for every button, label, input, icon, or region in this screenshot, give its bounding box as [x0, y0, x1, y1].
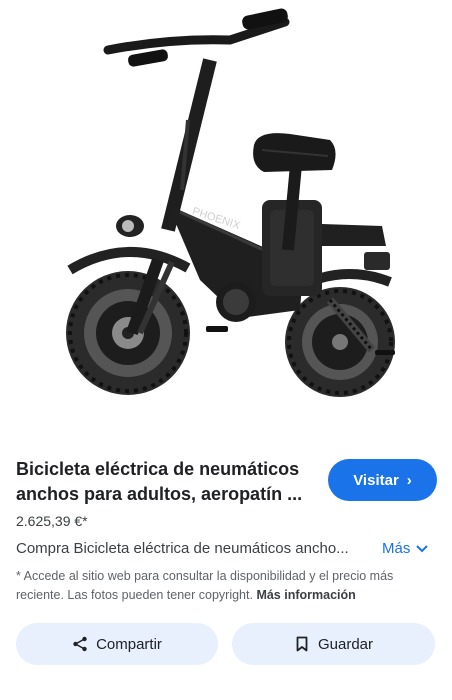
chevron-down-icon	[416, 544, 429, 552]
electric-bike-illustration: PHOENIX	[66, 8, 395, 397]
more-button[interactable]: Más	[382, 540, 429, 557]
chevron-right-icon: ›	[406, 471, 412, 489]
product-image[interactable]: PHOENIX	[0, 0, 452, 440]
description-row: Compra Bicicleta eléctrica de neumáticos…	[16, 540, 436, 562]
save-button[interactable]: Guardar	[232, 623, 435, 665]
share-icon	[73, 636, 87, 652]
product-title[interactable]: Bicicleta eléctrica de neumáticos anchos…	[16, 457, 316, 507]
product-price: 2.625,39 €*	[16, 513, 88, 529]
bookmark-icon	[296, 636, 308, 652]
save-button-label: Guardar	[317, 635, 374, 653]
share-button[interactable]: Compartir	[16, 623, 218, 665]
product-description: Compra Bicicleta eléctrica de neumáticos…	[16, 540, 349, 557]
more-info-link[interactable]: Más información	[256, 588, 355, 602]
share-button-label: Compartir	[96, 635, 162, 653]
visit-button[interactable]: Visitar ›	[328, 459, 437, 501]
copyright-disclaimer: * Accede al sitio web para consultar la …	[16, 567, 440, 605]
more-label: Más	[382, 540, 411, 557]
visit-button-label: Visitar	[353, 471, 399, 489]
result-header: Bicicleta eléctrica de neumáticos anchos…	[16, 457, 437, 509]
